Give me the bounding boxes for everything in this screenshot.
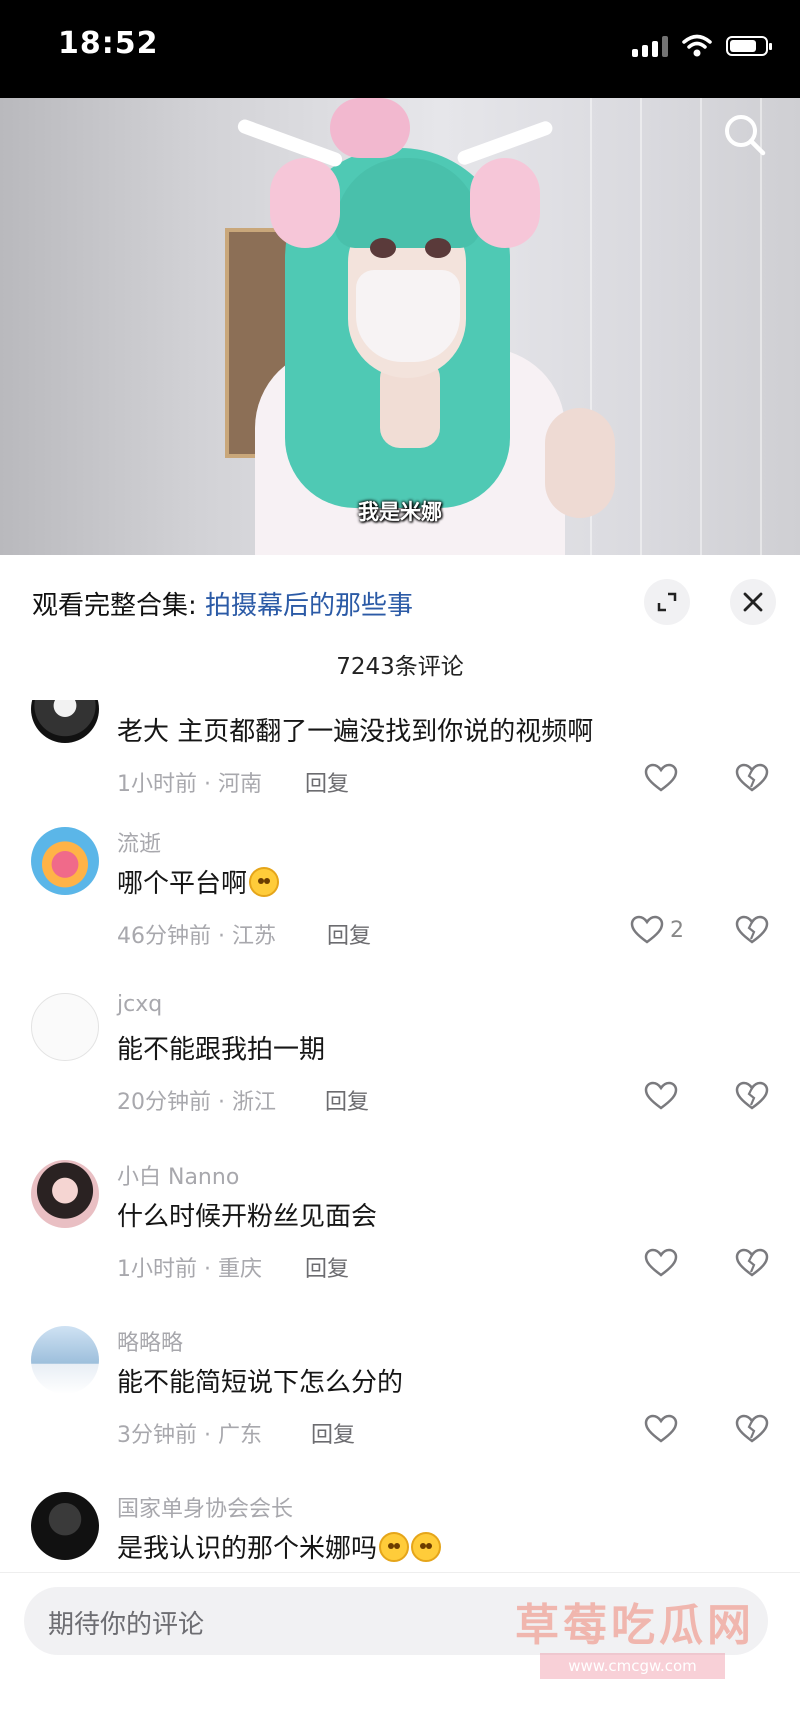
heart-icon xyxy=(644,1414,678,1443)
watermark-text: 草莓吃瓜网 xyxy=(515,1600,755,1651)
collection-link[interactable]: 观看完整合集: 拍摄幕后的那些事 xyxy=(32,585,413,622)
hair-bow xyxy=(330,98,410,158)
comment-text: 是我认识的那个米娜吗 xyxy=(117,1528,442,1565)
heart-icon xyxy=(644,1248,678,1277)
comment-list[interactable]: 老大 主页都翻了一遍没找到你说的视频啊 1小时前 · 河南 回复 流逝 哪个平台… xyxy=(0,700,800,1570)
avatar[interactable] xyxy=(31,1160,99,1228)
search-icon xyxy=(725,115,766,156)
comment-text: 老大 主页都翻了一遍没找到你说的视频啊 xyxy=(117,717,594,747)
comment-meta: 1小时前 · 重庆 xyxy=(117,1257,262,1282)
comment-author[interactable]: 略略略 xyxy=(117,1325,183,1357)
like-button[interactable] xyxy=(644,1248,684,1278)
expand-icon xyxy=(657,592,677,612)
reply-button[interactable]: 回复 xyxy=(305,1251,349,1283)
comment-author[interactable]: 国家单身协会会长 xyxy=(117,1491,293,1523)
avatar[interactable] xyxy=(31,827,99,895)
avatar[interactable] xyxy=(31,993,99,1061)
reply-button[interactable]: 回复 xyxy=(305,766,349,798)
dislike-button[interactable] xyxy=(735,1248,769,1282)
emoji-icon xyxy=(411,1532,442,1562)
comment-item: 老大 主页都翻了一遍没找到你说的视频啊 1小时前 · 河南 回复 xyxy=(0,700,800,835)
comment-item: 小白 Nanno 什么时候开粉丝见面会 1小时前 · 重庆 回复 xyxy=(0,1160,800,1320)
signal-icon xyxy=(632,35,668,57)
like-count: 2 xyxy=(670,917,684,943)
reply-button[interactable]: 回复 xyxy=(311,1417,355,1449)
comment-text-body: 是我认识的那个米娜吗 xyxy=(117,1534,378,1564)
comment-text: 哪个平台啊 xyxy=(117,863,280,900)
heart-icon xyxy=(644,763,678,792)
comment-author[interactable]: 小白 Nanno xyxy=(117,1159,239,1191)
comment-author[interactable]: 流逝 xyxy=(117,826,161,858)
comment-item: 国家单身协会会长 是我认识的那个米娜吗 xyxy=(0,1492,800,1570)
comment-input-placeholder: 期待你的评论 xyxy=(48,1610,205,1640)
broken-heart-icon xyxy=(735,763,769,792)
avatar[interactable] xyxy=(31,1326,99,1394)
avatar[interactable] xyxy=(31,700,99,743)
comment-item: 流逝 哪个平台啊 46分钟前 · 江苏 回复 2 xyxy=(0,827,800,987)
dislike-button[interactable] xyxy=(735,763,769,797)
heart-icon xyxy=(644,1081,678,1110)
comment-input-bar: 期待你的评论 草莓吃瓜网 www.cmcgw.com xyxy=(0,1572,800,1732)
comment-meta: 46分钟前 · 江苏 xyxy=(117,924,276,949)
reply-button[interactable]: 回复 xyxy=(325,1084,369,1116)
comment-text: 能不能简短说下怎么分的 xyxy=(117,1368,404,1398)
video-player[interactable]: 我是米娜 xyxy=(0,98,800,555)
broken-heart-icon xyxy=(735,1081,769,1110)
comment-text-body: 哪个平台啊 xyxy=(117,869,248,899)
broken-heart-icon xyxy=(735,1414,769,1443)
close-icon xyxy=(743,592,763,612)
battery-icon xyxy=(726,36,772,56)
reply-button[interactable]: 回复 xyxy=(327,918,371,950)
like-button[interactable] xyxy=(644,763,684,793)
broken-heart-icon xyxy=(735,1248,769,1277)
like-button[interactable] xyxy=(644,1081,684,1111)
comment-item: 略略略 能不能简短说下怎么分的 3分钟前 · 广东 回复 xyxy=(0,1326,800,1486)
face-mask xyxy=(356,270,460,362)
expand-button[interactable] xyxy=(644,579,690,625)
comment-sheet: 观看完整合集: 拍摄幕后的那些事 7243条评论 老大 主页都翻了一遍没找到你说… xyxy=(0,555,800,1731)
video-subtitle: 我是米娜 xyxy=(358,500,442,524)
comment-item: jcxq 能不能跟我拍一期 20分钟前 · 浙江 回复 xyxy=(0,992,800,1153)
status-bar: 18:52 xyxy=(0,0,800,98)
broken-heart-icon xyxy=(735,915,769,944)
comment-author[interactable]: jcxq xyxy=(117,992,162,1017)
close-button[interactable] xyxy=(730,579,776,625)
watermark-url: www.cmcgw.com xyxy=(540,1653,725,1679)
search-button[interactable] xyxy=(720,110,770,160)
collection-title[interactable]: 拍摄幕后的那些事 xyxy=(205,591,413,621)
comment-meta: 3分钟前 · 广东 xyxy=(117,1423,262,1448)
emoji-icon xyxy=(249,867,280,897)
emoji-icon xyxy=(379,1532,410,1562)
comment-meta: 1小时前 · 河南 xyxy=(117,772,262,797)
like-button[interactable]: 2 xyxy=(630,915,684,945)
dislike-button[interactable] xyxy=(735,915,769,949)
wifi-icon xyxy=(682,34,712,57)
comment-meta: 20分钟前 · 浙江 xyxy=(117,1090,276,1115)
like-button[interactable] xyxy=(644,1414,684,1444)
status-icons xyxy=(632,34,772,58)
comment-text: 什么时候开粉丝见面会 xyxy=(117,1202,378,1232)
dislike-button[interactable] xyxy=(735,1081,769,1115)
collection-prefix: 观看完整合集: xyxy=(32,591,206,621)
status-time: 18:52 xyxy=(58,26,159,61)
dislike-button[interactable] xyxy=(735,1414,769,1448)
heart-icon xyxy=(630,915,664,944)
comment-count: 7243条评论 xyxy=(336,654,464,680)
comment-text: 能不能跟我拍一期 xyxy=(117,1035,326,1065)
avatar[interactable] xyxy=(31,1492,99,1560)
